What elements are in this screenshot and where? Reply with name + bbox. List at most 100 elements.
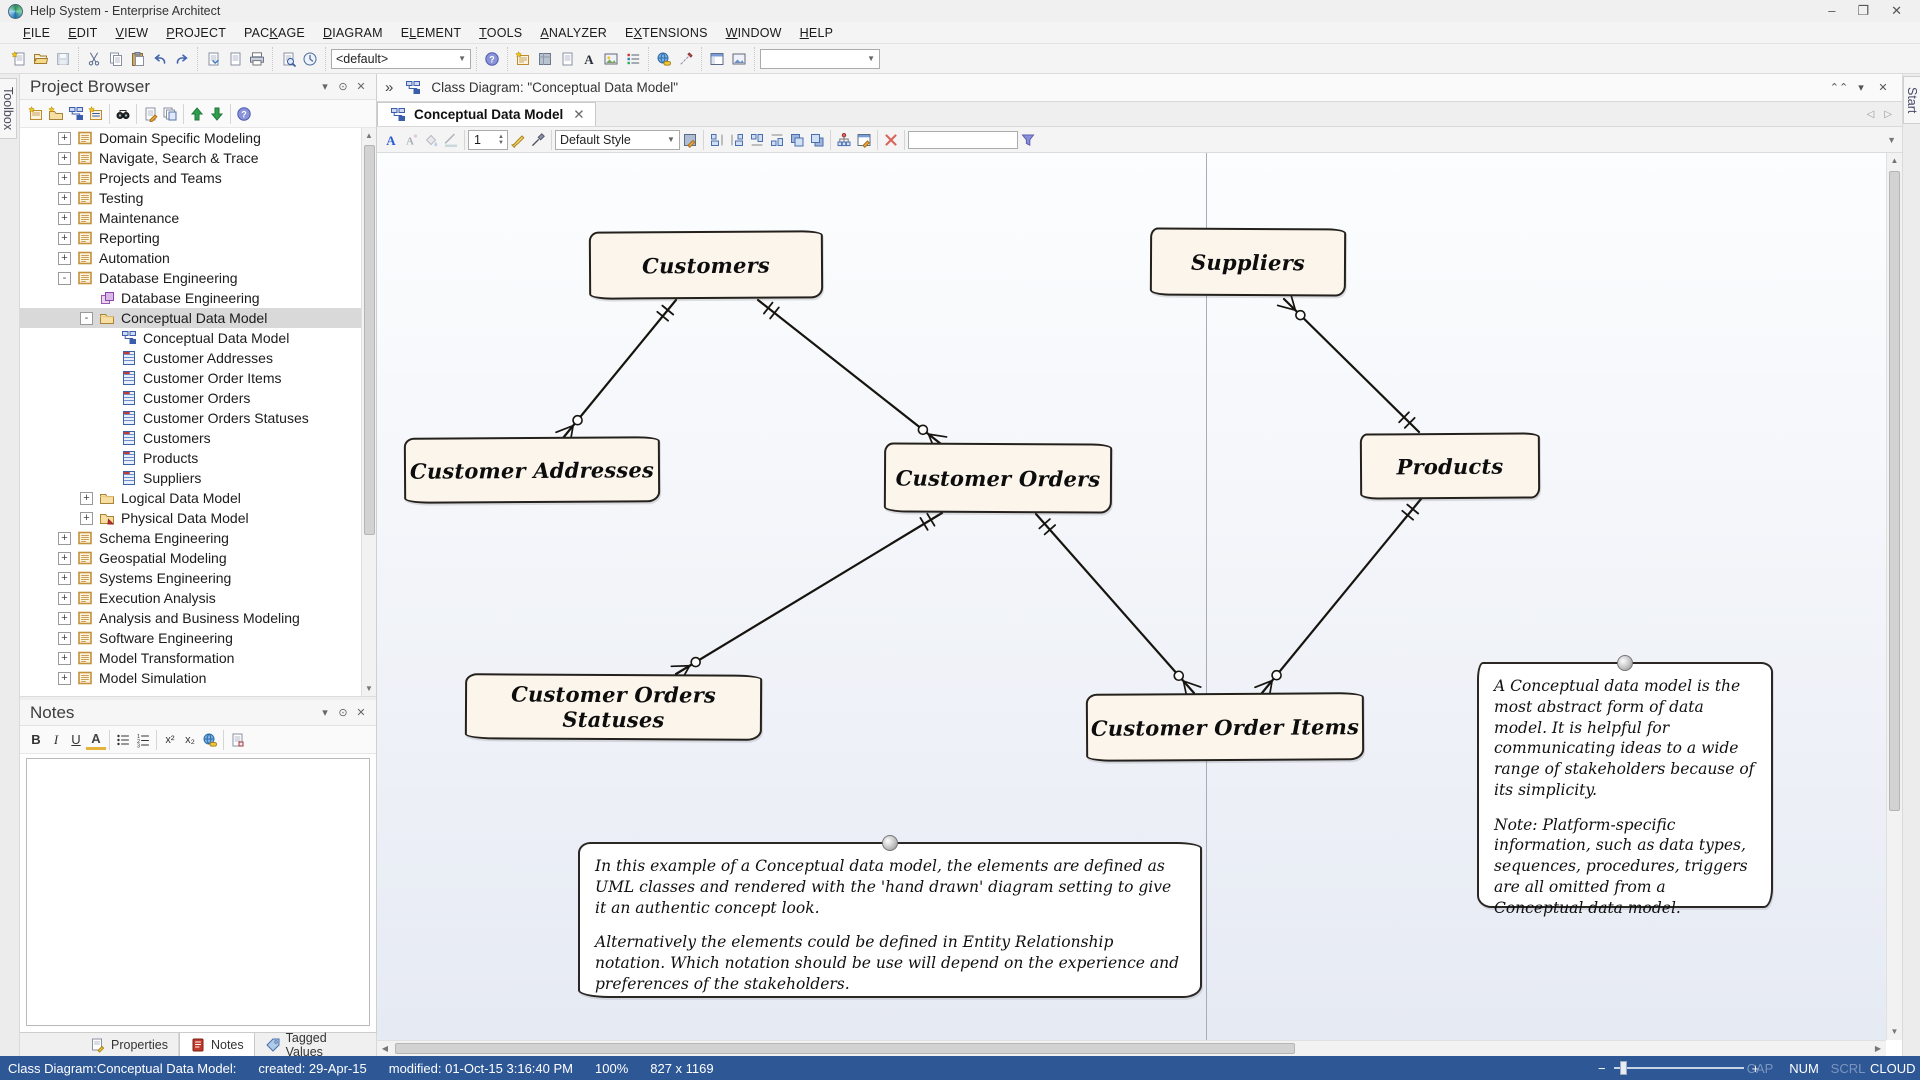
document-icon[interactable]	[557, 49, 577, 69]
tree-item-physical-data-model[interactable]: +Physical Data Model	[20, 508, 376, 528]
expand-icon[interactable]: +	[58, 172, 71, 185]
help-icon[interactable]: ?	[234, 104, 254, 124]
save-icon[interactable]	[53, 49, 73, 69]
restore-button[interactable]: ❐	[1857, 1, 1869, 21]
expand-icon[interactable]: +	[58, 632, 71, 645]
properties-icon[interactable]	[90, 1037, 106, 1053]
expand-icon[interactable]: +	[58, 552, 71, 565]
tree-item-logical-data-model[interactable]: +Logical Data Model	[20, 488, 376, 508]
tree-item-execution-analysis[interactable]: +Execution Analysis	[20, 588, 376, 608]
align-tops-icon[interactable]	[747, 130, 767, 150]
tree-item-suppliers[interactable]: Suppliers	[20, 468, 376, 488]
entity-customer-addresses[interactable]: Customer Addresses	[404, 436, 660, 504]
tree-item-products[interactable]: Products	[20, 448, 376, 468]
panel-close-icon[interactable]: ✕	[352, 706, 370, 719]
bring-forward-icon[interactable]	[787, 130, 807, 150]
relationship-customers-to-customer-addresses[interactable]	[556, 300, 676, 444]
tree-item-maintenance[interactable]: +Maintenance	[20, 208, 376, 228]
zoom-slider-thumb[interactable]	[1620, 1061, 1627, 1075]
list-icon[interactable]	[623, 49, 643, 69]
move-up-icon[interactable]	[187, 104, 207, 124]
tree-item-customers[interactable]: Customers	[20, 428, 376, 448]
auto-layout-icon[interactable]	[834, 130, 854, 150]
tree-item-automation[interactable]: +Automation	[20, 248, 376, 268]
notes-icon[interactable]	[190, 1037, 206, 1053]
toolbox-tab[interactable]: Toolbox	[0, 78, 17, 139]
help-icon[interactable]: ?	[482, 49, 502, 69]
menu-tools[interactable]: TOOLS	[470, 24, 531, 42]
insert-document-icon[interactable]	[225, 49, 245, 69]
expand-icon[interactable]: +	[58, 592, 71, 605]
menu-diagram[interactable]: DIAGRAM	[314, 24, 392, 42]
quick-search-combo[interactable]: ▼	[760, 49, 880, 69]
scroll-down-icon[interactable]: ▼	[1887, 1024, 1902, 1040]
expand-icon[interactable]: +	[58, 672, 71, 685]
subscript-icon[interactable]: x₂	[180, 730, 200, 750]
tree-item-analysis-and-business-modeling[interactable]: +Analysis and Business Modeling	[20, 608, 376, 628]
entity-customers[interactable]: Customers	[589, 230, 823, 299]
tab-scroll-right-icon[interactable]: ▷	[1884, 109, 1892, 120]
start-tab[interactable]: Start	[1903, 76, 1920, 124]
panel-pin-icon[interactable]: ⊙	[334, 80, 352, 93]
notes-edit-area[interactable]	[26, 758, 370, 1026]
bold-icon[interactable]: B	[26, 730, 46, 750]
eyedropper-icon[interactable]	[528, 130, 548, 150]
close-button[interactable]: ✕	[1891, 1, 1902, 21]
expand-icon[interactable]: +	[58, 192, 71, 205]
align-lefts-icon[interactable]	[707, 130, 727, 150]
menu-help[interactable]: HELP	[791, 24, 842, 42]
expand-icon[interactable]: +	[58, 252, 71, 265]
fill-color-icon[interactable]	[421, 130, 441, 150]
new-package-icon[interactable]	[46, 104, 66, 124]
menu-project[interactable]: PROJECT	[157, 24, 235, 42]
entity-customer-order-items[interactable]: Customer Order Items	[1086, 692, 1364, 762]
relationship-customers-to-customer-orders[interactable]	[758, 300, 947, 451]
expand-icon[interactable]: +	[80, 512, 93, 525]
superscript-icon[interactable]: x²	[160, 730, 180, 750]
tree-item-schema-engineering[interactable]: +Schema Engineering	[20, 528, 376, 548]
font-color2-icon[interactable]: A	[381, 130, 401, 150]
expand-icon[interactable]: +	[80, 492, 93, 505]
font-icon[interactable]: A	[579, 49, 599, 69]
numbered-list-icon[interactable]: 123	[133, 730, 153, 750]
element-filter-input[interactable]	[908, 131, 1018, 149]
tree-item-software-engineering[interactable]: +Software Engineering	[20, 628, 376, 648]
tree-item-customer-orders-statuses[interactable]: Customer Orders Statuses	[20, 408, 376, 428]
matrix-icon[interactable]	[535, 49, 555, 69]
expand-icon[interactable]: +	[58, 152, 71, 165]
panel-close-icon[interactable]: ✕	[352, 80, 370, 93]
scroll-right-icon[interactable]: ▶	[1870, 1041, 1886, 1057]
diagram-note-1[interactable]: A Conceptual data model is the most abst…	[1477, 662, 1773, 908]
expand-icon[interactable]: +	[58, 572, 71, 585]
tree-item-projects-and-teams[interactable]: +Projects and Teams	[20, 168, 376, 188]
tree-item-database-engineering[interactable]: -Database Engineering	[20, 268, 376, 288]
entity-suppliers[interactable]: Suppliers	[1150, 227, 1346, 296]
scroll-left-icon[interactable]: ◀	[377, 1041, 393, 1057]
breadcrumb-chevrons-icon[interactable]: »	[385, 79, 393, 96]
entity-products[interactable]: Products	[1360, 432, 1540, 499]
scroll-down-icon[interactable]: ▼	[362, 681, 376, 696]
zoom-slider[interactable]: − +	[1598, 1061, 1759, 1076]
panel-tab-tagged-values[interactable]: Tagged Values	[255, 1033, 377, 1057]
expand-icon[interactable]: +	[58, 612, 71, 625]
filter-icon[interactable]	[1018, 130, 1038, 150]
edit-notes-icon[interactable]	[140, 104, 160, 124]
minimize-button[interactable]: –	[1828, 1, 1835, 21]
relationship-customer-orders-to-statuses[interactable]	[671, 513, 942, 682]
menu-analyzer[interactable]: ANALYZER	[531, 24, 616, 42]
tree-item-customer-addresses[interactable]: Customer Addresses	[20, 348, 376, 368]
tree-item-systems-engineering[interactable]: +Systems Engineering	[20, 568, 376, 588]
diagram-vertical-scrollbar[interactable]: ▲ ▼	[1886, 153, 1902, 1040]
panel-menu-icon[interactable]: ▾	[316, 80, 334, 93]
tree-item-testing[interactable]: +Testing	[20, 188, 376, 208]
menu-element[interactable]: ELEMENT	[392, 24, 470, 42]
style-combo[interactable]: Default Style▼	[555, 130, 680, 150]
align-rights-icon[interactable]	[727, 130, 747, 150]
bullet-list-icon[interactable]	[113, 730, 133, 750]
pane-close-icon[interactable]: ✕	[1872, 81, 1894, 94]
scroll-up-icon[interactable]: ▲	[1887, 153, 1902, 169]
tagged-values-icon[interactable]	[265, 1037, 281, 1053]
delete-icon[interactable]	[881, 130, 901, 150]
open-project-icon[interactable]	[31, 49, 51, 69]
undo-icon[interactable]	[150, 49, 170, 69]
